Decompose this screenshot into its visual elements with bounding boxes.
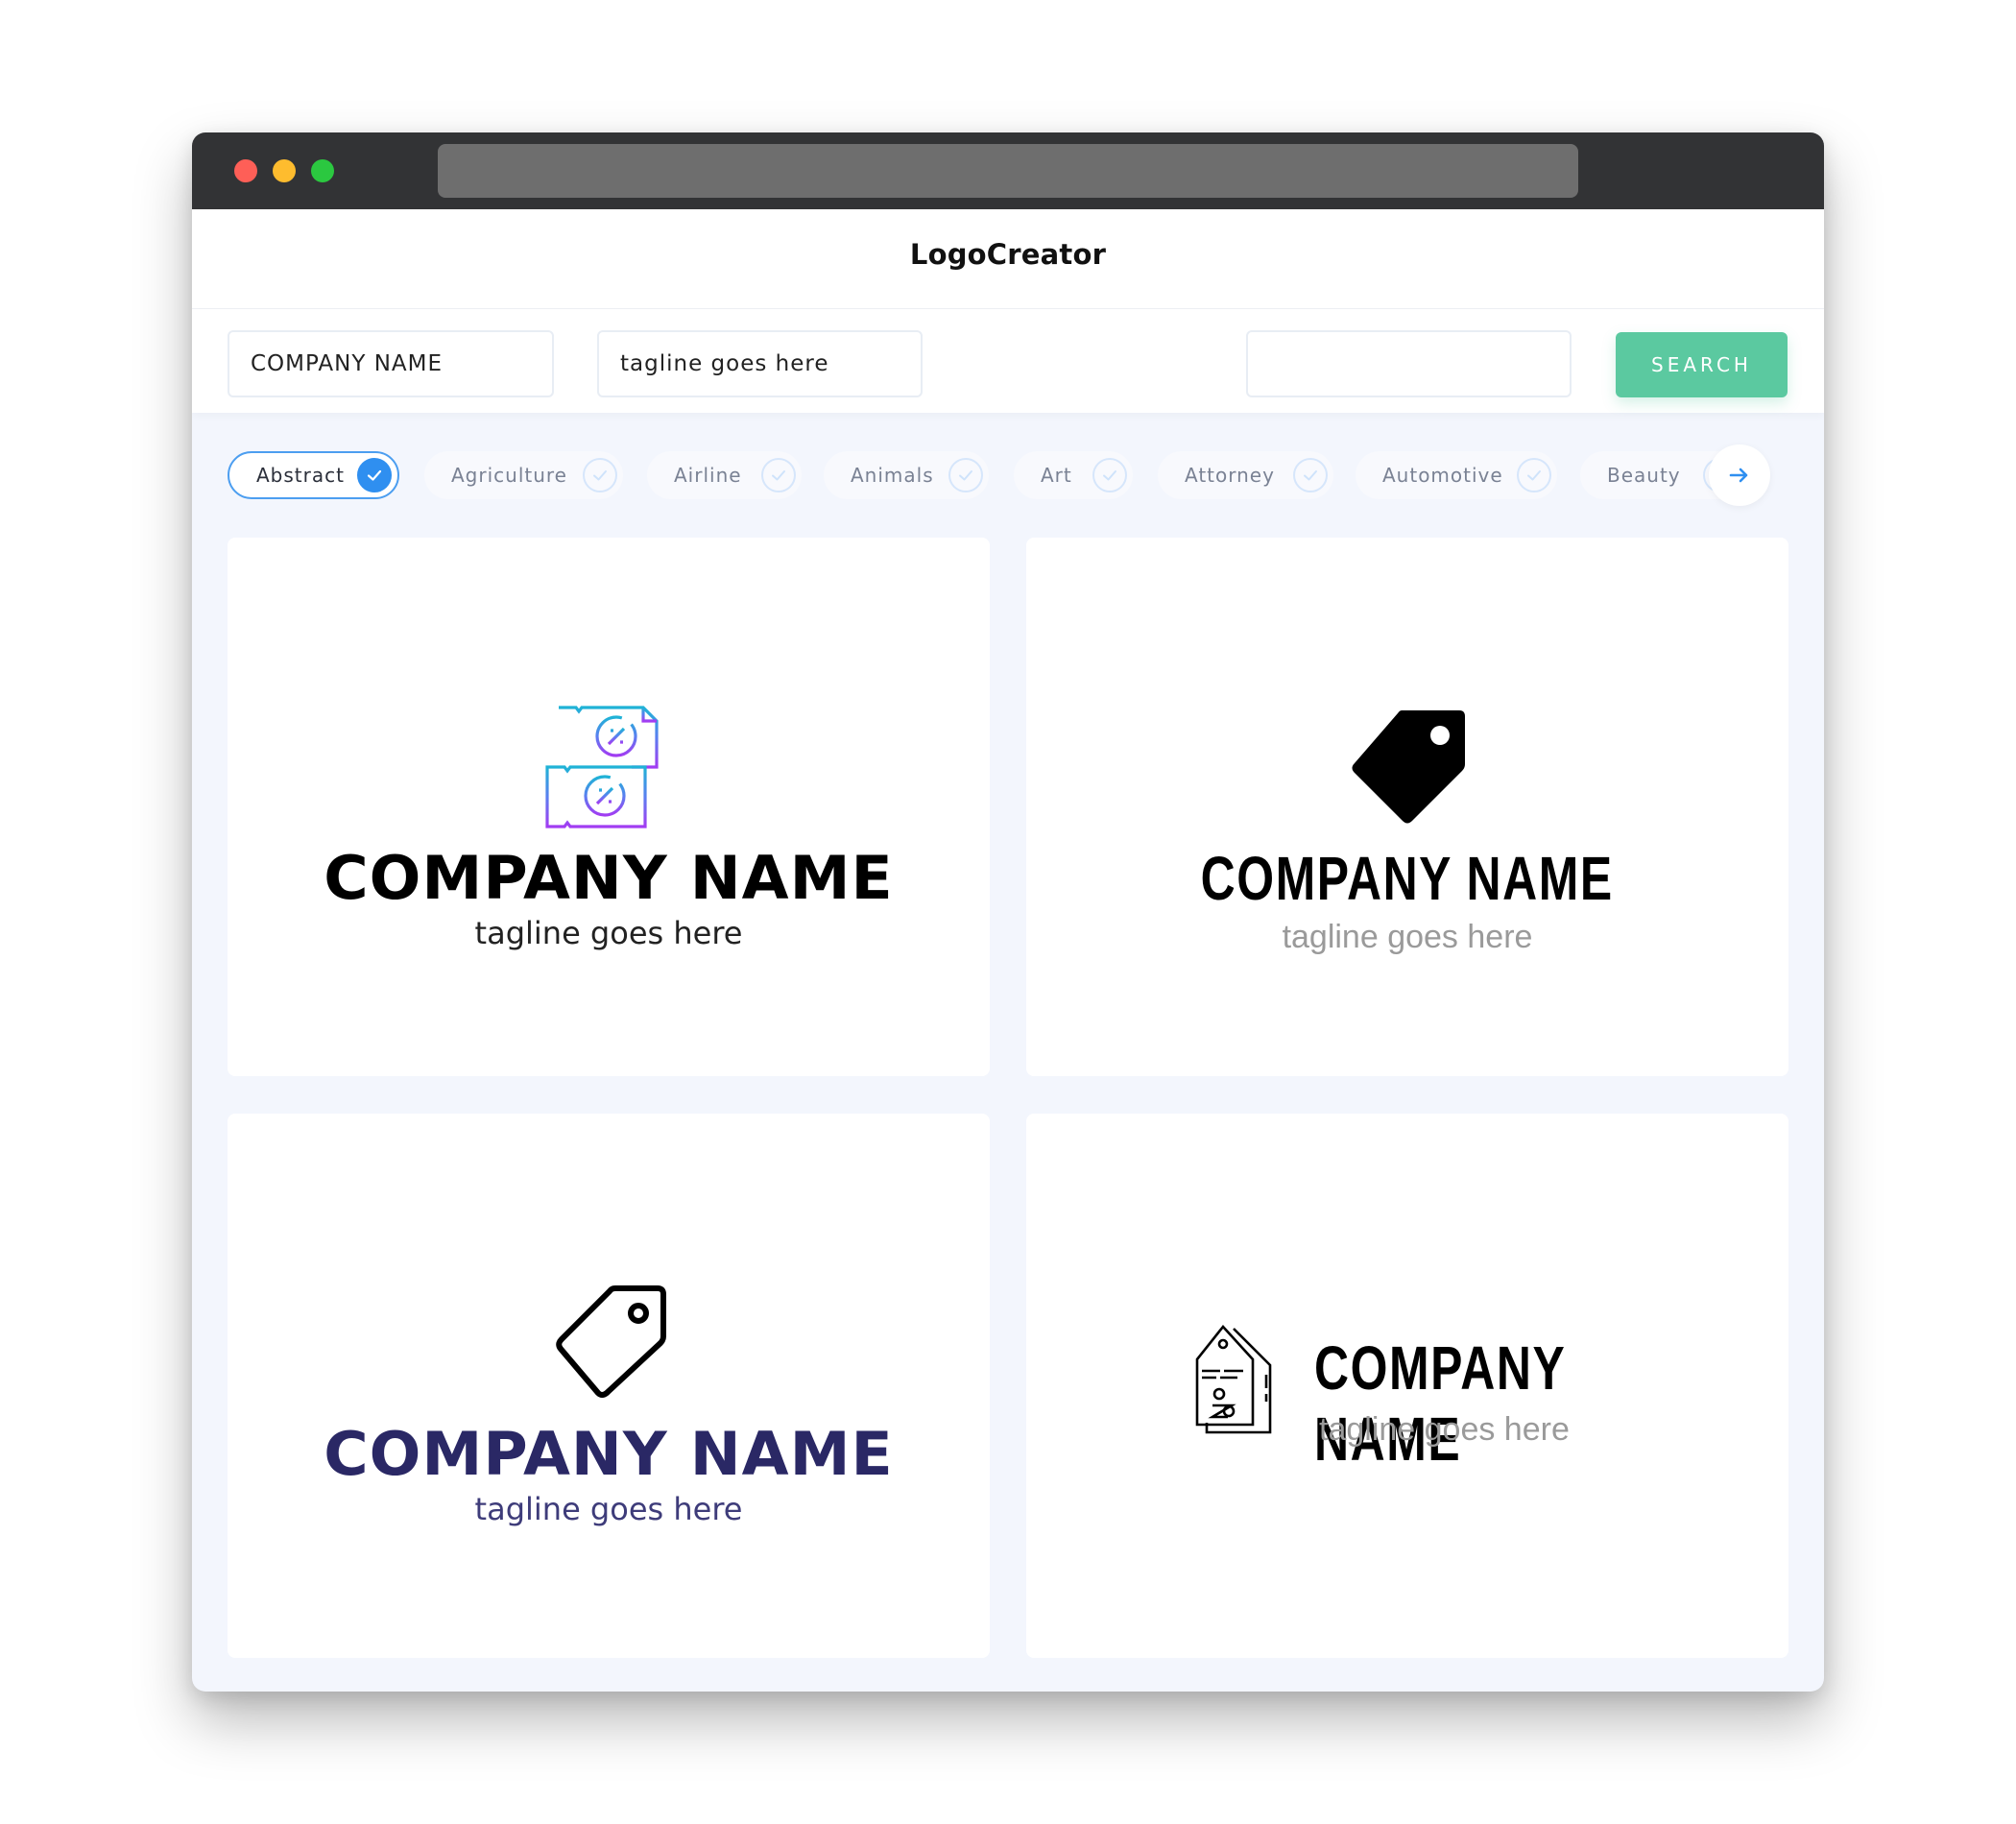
price-tag-outline-icon	[556, 1285, 666, 1398]
app-header: LogoCreator	[192, 209, 1824, 309]
keyword-input[interactable]	[1246, 330, 1572, 397]
check-icon	[1092, 458, 1127, 492]
logo-tagline: tagline goes here	[474, 915, 743, 951]
logo-card[interactable]: COMPANY NAME tagline goes here	[228, 538, 990, 1076]
company-name-input[interactable]	[228, 330, 554, 397]
category-chip-label: Art	[1041, 464, 1072, 487]
arrow-right-icon	[1729, 468, 1748, 483]
category-chip-automotive[interactable]: Automotive	[1356, 451, 1557, 499]
category-chip-label: Attorney	[1185, 464, 1275, 487]
app-title: LogoCreator	[909, 238, 1107, 271]
category-filter-bar: Abstract Agriculture Airline Animals Art…	[192, 413, 1824, 518]
logo-tagline: tagline goes here	[1319, 1411, 1570, 1448]
check-icon	[583, 458, 617, 492]
category-chip-label: Abstract	[256, 464, 345, 487]
category-chip-label: Agriculture	[451, 464, 567, 487]
logo-company-name: COMPANY NAME	[324, 843, 894, 913]
logo-card[interactable]: COMPANY NAME tagline goes here	[1026, 1114, 1788, 1658]
category-chip-label: Animals	[851, 464, 934, 487]
category-chip-label: Airline	[674, 464, 742, 487]
logo-company-name: COMPANY NAME	[1314, 1333, 1566, 1474]
check-icon	[357, 458, 392, 492]
category-chip-label: Beauty	[1607, 464, 1681, 487]
discount-coupons-icon	[545, 706, 659, 828]
maximize-window-button[interactable]	[311, 159, 334, 182]
check-icon	[1293, 458, 1328, 492]
category-chip-art[interactable]: Art	[1014, 451, 1133, 499]
check-icon	[761, 458, 796, 492]
category-chip-animals[interactable]: Animals	[824, 451, 989, 499]
scroll-categories-right-button[interactable]	[1709, 444, 1770, 506]
logo-tagline: tagline goes here	[1282, 919, 1533, 955]
search-bar: SEARCH	[192, 309, 1824, 413]
address-bar[interactable]	[438, 144, 1578, 198]
minimize-window-button[interactable]	[273, 159, 296, 182]
logo-company-name: COMPANY NAME	[324, 1419, 894, 1489]
category-chip-airline[interactable]: Airline	[647, 451, 802, 499]
category-chip-attorney[interactable]: Attorney	[1158, 451, 1333, 499]
close-window-button[interactable]	[234, 159, 257, 182]
tagline-input[interactable]	[597, 330, 923, 397]
search-button[interactable]: SEARCH	[1616, 332, 1788, 397]
discount-tags-icon	[1195, 1325, 1272, 1434]
check-icon	[1517, 458, 1551, 492]
browser-window: LogoCreator SEARCH Abstract Agriculture …	[192, 132, 1824, 1692]
check-icon	[948, 458, 983, 492]
window-titlebar	[192, 132, 1824, 209]
category-chip-label: Automotive	[1382, 464, 1503, 487]
category-chip-agriculture[interactable]: Agriculture	[424, 451, 623, 499]
logo-company-name: COMPANY NAME	[1200, 844, 1615, 913]
logo-tagline: tagline goes here	[474, 1491, 743, 1527]
logo-card[interactable]: COMPANY NAME tagline goes here	[1026, 538, 1788, 1076]
category-chip-abstract[interactable]: Abstract	[228, 451, 399, 499]
price-tag-solid-icon	[1352, 710, 1465, 824]
logo-card[interactable]: COMPANY NAME tagline goes here	[228, 1114, 990, 1658]
logo-text-block: COMPANY NAME	[1314, 1332, 1775, 1475]
